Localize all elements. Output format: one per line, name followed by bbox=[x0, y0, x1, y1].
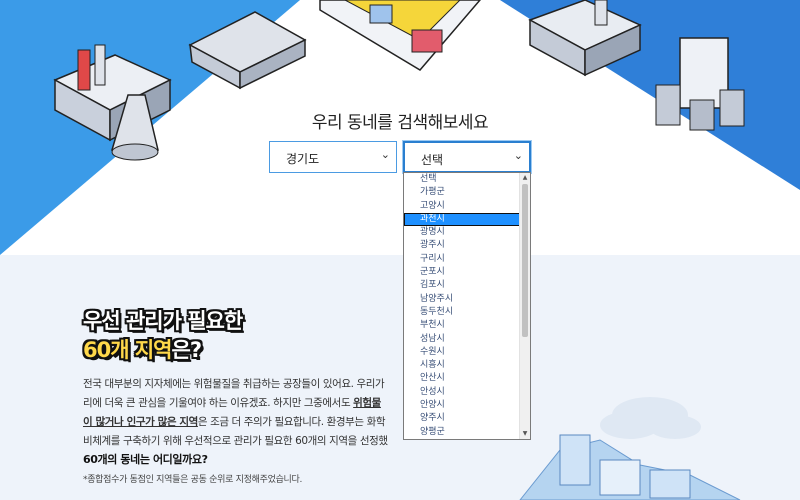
headline-line-1: 우선 관리가 필요한 bbox=[83, 309, 243, 333]
dropdown-option[interactable]: 부천시 bbox=[404, 319, 520, 332]
building-illustration bbox=[519, 434, 741, 500]
body-emphasis: 이 많거나 bbox=[83, 416, 127, 428]
dropdown-option[interactable]: 가평군 bbox=[404, 186, 520, 199]
dropdown-option[interactable]: 시흥시 bbox=[404, 359, 520, 372]
headline-line-2: 60개 지역은? bbox=[83, 334, 202, 364]
town-illustration bbox=[319, 0, 481, 71]
dropdown-option[interactable]: 군포시 bbox=[404, 266, 520, 279]
search-title: 우리 동네를 검색해보세요 bbox=[311, 113, 489, 133]
dropdown-option[interactable]: 구리시 bbox=[404, 253, 520, 266]
dropdown-option[interactable]: 남양주시 bbox=[404, 293, 520, 306]
body-paragraph: 전국 대부분의 지자체에는 위험물질을 취급하는 공장들이 있어요. 우리가 리… bbox=[83, 375, 413, 451]
dropdown-options: 선택 가평군 고양시 과천시 광명시 광주시 구리시 군포시 김포시 남양주시 동두천시 부천시 성남시… bbox=[404, 173, 520, 439]
dropdown-option[interactable]: 양주시 bbox=[404, 412, 520, 425]
body-text-part: 리에 더욱 큰 관심을 기울여야 하는 이유겠죠. 하지만 그중에서도 bbox=[83, 397, 354, 409]
headline-highlight: 60개 지역 bbox=[83, 338, 172, 362]
dropdown-option[interactable]: 성남시 bbox=[404, 333, 520, 346]
dropdown-option[interactable]: 안산시 bbox=[404, 372, 520, 385]
city-select-value: 선택 bbox=[421, 153, 444, 167]
dropdown-scrollbar[interactable]: ▲ ▼ bbox=[519, 173, 530, 439]
chevron-down-icon: ⌄ bbox=[380, 148, 390, 161]
city-select[interactable]: 선택 ⌄ bbox=[403, 141, 531, 173]
dropdown-option[interactable]: 광명시 bbox=[404, 226, 520, 239]
dropdown-option[interactable]: 김포시 bbox=[404, 279, 520, 292]
body-emphasis: 인구가 많은 지역 bbox=[126, 416, 199, 428]
body-line: 비체계를 구축하기 위해 우선적으로 관리가 필요한 60개의 지역을 선정했 bbox=[83, 435, 388, 447]
dropdown-option[interactable]: 선택 bbox=[404, 173, 520, 186]
dropdown-option[interactable]: 안성시 bbox=[404, 386, 520, 399]
province-select-value: 경기도 bbox=[286, 152, 320, 166]
body-line: 이 많거나 인구가 많은 지역은 조금 더 주의가 필요합니다. 환경부는 화학 bbox=[83, 413, 413, 432]
headline-rest: 은? bbox=[171, 338, 202, 362]
dropdown-option[interactable]: 고양시 bbox=[404, 200, 520, 213]
dropdown-option[interactable]: 광주시 bbox=[404, 239, 520, 252]
body-emphasis: 위험물 bbox=[353, 397, 381, 409]
dropdown-option[interactable]: 안양시 bbox=[404, 399, 520, 412]
footnote: *종합점수가 동점인 지역들은 공동 순위로 지정해주었습니다. bbox=[83, 475, 303, 485]
dropdown-option[interactable]: 양평군 bbox=[404, 426, 520, 439]
dropdown-option[interactable]: 과천시 bbox=[404, 212, 520, 227]
scroll-up-icon[interactable]: ▲ bbox=[520, 173, 530, 183]
body-line: 리에 더욱 큰 관심을 기울여야 하는 이유겠죠. 하지만 그중에서도 위험물 bbox=[83, 394, 413, 413]
scroll-down-icon[interactable]: ▼ bbox=[520, 429, 530, 439]
scrollbar-thumb[interactable] bbox=[522, 184, 528, 337]
body-text-part: 은 조금 더 주의가 필요합니다. 환경부는 화학 bbox=[197, 416, 386, 428]
section-subhead: 60개의 동네는 어디일까요? bbox=[83, 453, 208, 466]
chevron-down-icon: ⌄ bbox=[513, 149, 523, 162]
province-select[interactable]: 경기도 ⌄ bbox=[269, 141, 397, 173]
dropdown-option[interactable]: 수원시 bbox=[404, 346, 520, 359]
body-line: 전국 대부분의 지자체에는 위험물질을 취급하는 공장들이 있어요. 우리가 bbox=[83, 378, 385, 390]
city-dropdown-list[interactable]: 선택 가평군 고양시 과천시 광명시 광주시 구리시 군포시 김포시 남양주시 동두천시 부천시 성남시… bbox=[403, 172, 531, 440]
dropdown-option[interactable]: 동두천시 bbox=[404, 306, 520, 319]
cloud-illustration bbox=[600, 397, 701, 439]
